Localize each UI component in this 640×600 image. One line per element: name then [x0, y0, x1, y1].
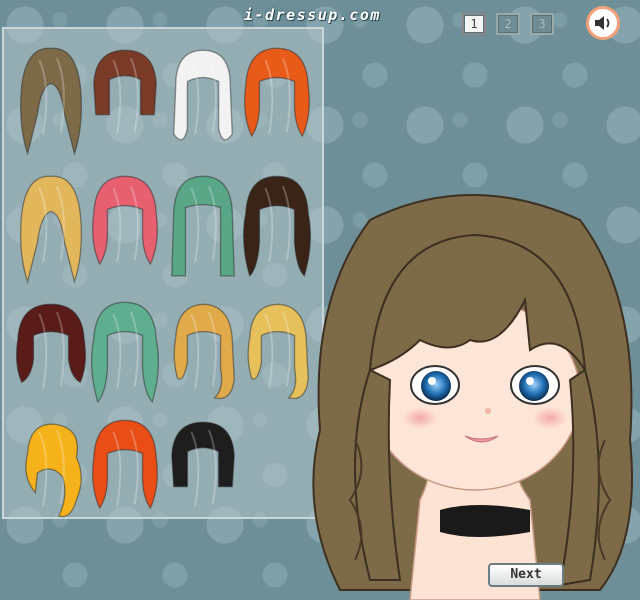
hair-swatch-icon [244, 47, 310, 138]
hair-swatch-icon [173, 49, 233, 141]
hair-option[interactable] [12, 297, 90, 413]
hair-option[interactable] [12, 415, 90, 531]
page-2-button[interactable]: 2 [496, 13, 520, 35]
hair-swatch-icon [171, 175, 235, 277]
hair-option[interactable] [12, 43, 90, 159]
hair-option[interactable] [164, 415, 242, 531]
hair-swatch-icon [90, 301, 160, 404]
hair-option[interactable] [164, 297, 242, 413]
hair-option[interactable] [238, 43, 316, 159]
speaker-icon [595, 16, 610, 30]
page-selector: 1 2 3 [462, 13, 554, 35]
hair-option[interactable] [86, 297, 164, 413]
hair-swatch-icon [92, 175, 158, 266]
hair-option[interactable] [86, 415, 164, 531]
hair-option[interactable] [86, 43, 164, 159]
hair-selection-panel [2, 27, 324, 519]
page-1-button[interactable]: 1 [462, 13, 486, 35]
hair-swatch-icon [15, 303, 87, 389]
doll-top [440, 505, 530, 537]
hair-swatch-icon [93, 49, 157, 135]
hair-swatch-icon [171, 421, 235, 507]
hair-option[interactable] [86, 171, 164, 287]
hair-swatch-icon [92, 419, 158, 510]
hair-swatch-icon [173, 303, 235, 400]
hair-swatch-icon [19, 47, 83, 157]
hair-option[interactable] [164, 171, 242, 287]
page-3-button[interactable]: 3 [530, 13, 554, 35]
site-logo[interactable]: i-dressup.com [244, 6, 424, 24]
doll-character [312, 194, 633, 600]
next-button[interactable]: Next [488, 563, 564, 587]
hair-option[interactable] [12, 171, 90, 287]
hair-swatch-icon [19, 175, 83, 285]
hair-option[interactable] [164, 43, 242, 159]
sound-toggle-button[interactable] [586, 6, 620, 40]
hair-swatch-icon [25, 423, 82, 518]
